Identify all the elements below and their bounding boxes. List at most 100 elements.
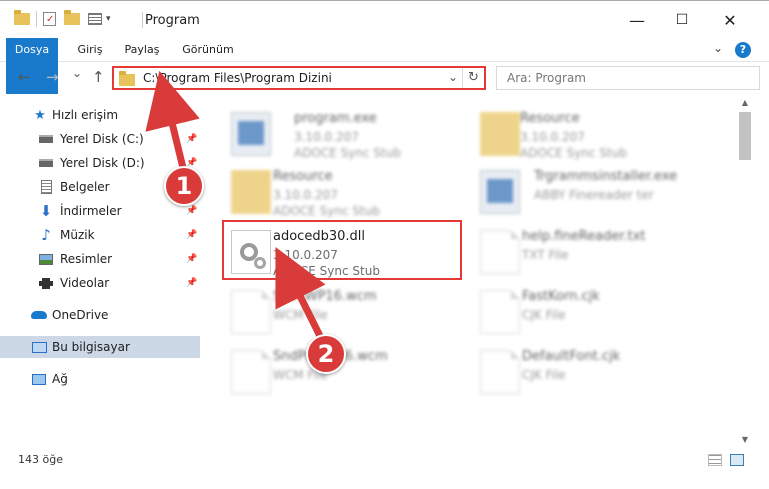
file-icon <box>480 290 520 334</box>
sidebar-item-videos[interactable]: Videolar 📌 <box>0 272 200 294</box>
expand-ribbon-icon[interactable]: ⌄ <box>713 41 723 55</box>
address-path[interactable]: C:\Program Files\Program Dizini <box>143 71 332 85</box>
sidebar-item-this-pc[interactable]: Bu bilgisayar <box>0 336 200 358</box>
sidebar-item-network[interactable]: Ağ <box>0 368 200 390</box>
file-description: ADOCE Sync Stub <box>273 204 380 218</box>
search-input[interactable]: Ara: Program <box>496 66 760 90</box>
sidebar-item-pictures[interactable]: Resimler 📌 <box>0 248 200 270</box>
network-icon <box>31 372 47 386</box>
file-type: WCM File <box>273 308 328 322</box>
sidebar-item-label: Resimler <box>60 252 113 266</box>
step-1-badge: 1 <box>164 166 204 206</box>
file-item[interactable]: Resource 3.10.0.207 ADOCE Sync Stub <box>476 104 716 160</box>
folder-icon <box>231 170 271 214</box>
file-item[interactable]: help.fineReader.txt TXT File <box>476 222 716 278</box>
toolbar-divider <box>36 11 37 27</box>
executable-icon <box>480 170 520 214</box>
quick-access-toolbar: ✓ ▾ <box>14 10 111 27</box>
recent-locations-button[interactable]: ⌄ <box>72 66 82 80</box>
file-type: CJK File <box>522 308 566 322</box>
pictures-icon <box>38 252 54 266</box>
title-bar: ✓ ▾ Program — ☐ ✕ <box>0 0 769 38</box>
sidebar-item-disk-c[interactable]: Yerel Disk (C:) 📌 <box>0 128 200 150</box>
new-folder-icon[interactable] <box>64 10 80 25</box>
tab-share[interactable]: Paylaş <box>120 38 164 62</box>
documents-icon <box>38 180 54 194</box>
scroll-down-icon[interactable]: ▼ <box>737 435 753 444</box>
download-icon: ⬇ <box>39 202 53 220</box>
chevron-down-icon[interactable]: ▾ <box>106 14 111 24</box>
file-item[interactable]: ShellWP16.wcm WCM File <box>227 282 467 338</box>
file-name: Resource <box>273 169 333 184</box>
tab-home[interactable]: Giriş <box>70 38 110 62</box>
view-menu-icon[interactable] <box>88 13 102 25</box>
item-count: 143 öğe <box>18 453 63 466</box>
file-name: help.fineReader.txt <box>522 229 646 244</box>
file-name: FastKorn.cjk <box>522 289 600 304</box>
text-file-icon <box>480 230 520 274</box>
file-version: 3.10.0.207 <box>273 188 338 202</box>
sidebar-item-label: OneDrive <box>52 308 109 322</box>
file-name: DefaultFont.cjk <box>522 349 621 364</box>
pin-icon[interactable]: 📌 <box>186 206 197 216</box>
sidebar-item-music[interactable]: ♪ Müzik 📌 <box>0 224 200 246</box>
file-name: program.exe <box>294 111 377 126</box>
pin-icon[interactable]: 📌 <box>186 134 197 144</box>
back-button[interactable]: ← <box>18 68 31 86</box>
chevron-down-icon[interactable]: ⌄ <box>448 70 458 84</box>
properties-icon[interactable]: ✓ <box>43 12 56 26</box>
file-version: 3.10.0.207 <box>520 130 585 144</box>
sidebar-item-label: Bu bilgisayar <box>52 340 130 354</box>
target-file-highlight <box>222 220 462 280</box>
sidebar-item-label: Belgeler <box>60 180 110 194</box>
star-icon: ★ <box>34 107 46 123</box>
file-item[interactable]: program.exe 3.10.0.207 ADOCE Sync Stub <box>227 104 467 160</box>
file-type: CJK File <box>522 368 566 382</box>
file-description: ADOCE Sync Stub <box>294 146 401 160</box>
tiles-view-button[interactable] <box>730 454 744 466</box>
folder-icon <box>119 70 135 86</box>
tab-view[interactable]: Görünüm <box>178 38 238 62</box>
sidebar-item-label: Yerel Disk (C:) <box>60 132 144 146</box>
sidebar-item-quick-access[interactable]: ★ Hızlı erişim <box>0 104 200 126</box>
address-bar[interactable]: C:\Program Files\Program Dizini ⌄ ↻ <box>112 66 486 90</box>
window-title: Program <box>145 13 200 28</box>
file-name: Trgrammsinstaller.exe <box>534 169 678 184</box>
vertical-scrollbar[interactable]: ▲ ▼ <box>737 96 753 446</box>
videos-icon <box>38 276 54 290</box>
navigation-bar: ← → ⌄ ↑ C:\Program Files\Program Dizini … <box>0 62 769 94</box>
pin-icon[interactable]: 📌 <box>186 254 197 264</box>
minimize-button[interactable]: — <box>615 7 659 33</box>
help-icon[interactable]: ? <box>735 42 751 58</box>
music-icon: ♪ <box>41 226 51 244</box>
executable-icon <box>231 112 271 156</box>
pin-icon[interactable]: 📌 <box>186 230 197 240</box>
drive-icon <box>38 132 54 146</box>
file-name: Resource <box>520 111 580 126</box>
forward-button[interactable]: → <box>46 68 59 86</box>
file-description: ADOCE Sync Stub <box>520 146 627 160</box>
close-button[interactable]: ✕ <box>708 7 752 33</box>
file-item[interactable]: Resource 3.10.0.207 ADOCE Sync Stub <box>227 162 467 218</box>
file-icon <box>231 290 271 334</box>
status-bar: 143 öğe <box>0 448 769 472</box>
file-description: ABBY Finereader ter <box>534 188 654 202</box>
scrollbar-thumb[interactable] <box>739 112 751 160</box>
up-button[interactable]: ↑ <box>92 68 105 86</box>
folder-icon <box>480 112 520 156</box>
sidebar-item-label: Ağ <box>52 372 68 386</box>
file-version: 3.10.0.207 <box>294 130 359 144</box>
scroll-up-icon[interactable]: ▲ <box>737 98 753 107</box>
sidebar-item-label: Müzik <box>60 228 95 242</box>
sidebar-item-onedrive[interactable]: OneDrive <box>0 304 200 326</box>
pin-icon[interactable]: 📌 <box>186 278 197 288</box>
file-item[interactable]: Trgrammsinstaller.exe ABBY Finereader te… <box>476 162 716 218</box>
sidebar-item-downloads[interactable]: ⬇ İndirmeler 📌 <box>0 200 200 222</box>
file-item[interactable]: DefaultFont.cjk CJK File <box>476 342 716 398</box>
file-item[interactable]: SndPrtWP16.wcm WCM File <box>227 342 467 398</box>
file-item[interactable]: FastKorn.cjk CJK File <box>476 282 716 338</box>
file-icon <box>231 350 271 394</box>
maximize-button[interactable]: ☐ <box>660 7 704 33</box>
details-view-button[interactable] <box>708 454 722 466</box>
refresh-button[interactable]: ↻ <box>462 68 484 88</box>
